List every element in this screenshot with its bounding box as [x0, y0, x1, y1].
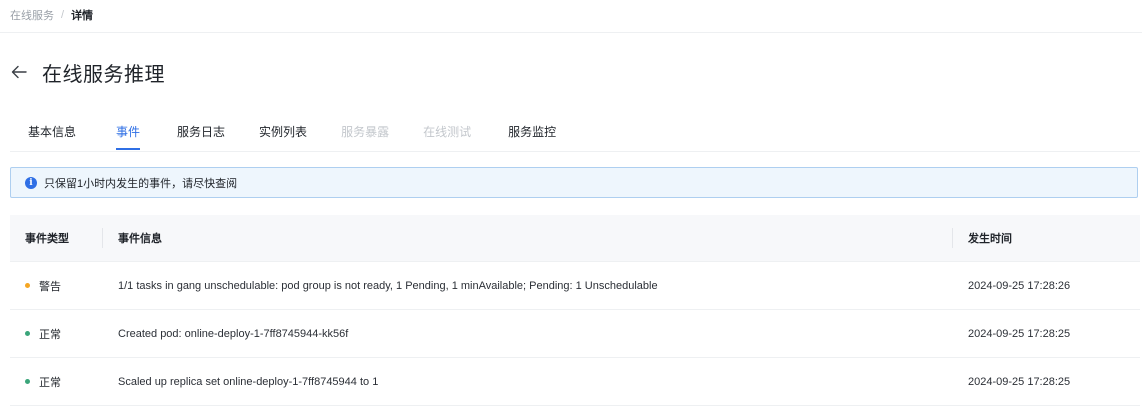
- column-header-time: 发生时间: [968, 233, 1012, 245]
- breadcrumb-parent-link[interactable]: 在线服务: [10, 7, 54, 23]
- page: 在线服务 / 详情 在线服务推理 基本信息 事件 服务日志 实例列表 服务暴露 …: [0, 0, 1142, 415]
- event-message-cell: Created pod: online-deploy-1-7ff8745944-…: [118, 327, 349, 340]
- table-row: 警告 1/1 tasks in gang unschedulable: pod …: [10, 262, 1140, 310]
- top-divider: [0, 32, 1142, 33]
- breadcrumb-current: 详情: [71, 10, 94, 22]
- tab-service-monitor[interactable]: 服务监控: [508, 114, 556, 150]
- normal-status-dot: [25, 331, 30, 336]
- tab-basic-info[interactable]: 基本信息: [28, 114, 76, 150]
- column-header-event-message: 事件信息: [103, 215, 953, 261]
- tab-bar: 基本信息 事件 服务日志 实例列表 服务暴露 在线测试 服务监控: [10, 114, 1140, 152]
- info-alert: i 只保留1小时内发生的事件，请尽快查阅: [10, 167, 1138, 198]
- event-time-cell: 2024-09-25 17:28:25: [968, 327, 1071, 340]
- events-table: 事件类型 事件信息 发生时间 警告 1/1 tasks in gang unsc…: [10, 215, 1140, 406]
- tab-events[interactable]: 事件: [116, 114, 141, 150]
- event-message-cell: Scaled up replica set online-deploy-1-7f…: [118, 375, 379, 388]
- info-icon: i: [25, 176, 37, 189]
- event-type-cell: 正常: [10, 326, 103, 342]
- tab-service-logs[interactable]: 服务日志: [177, 114, 225, 150]
- table-row: 正常 Created pod: online-deploy-1-7ff87459…: [10, 310, 1140, 358]
- column-header-event-type: 事件类型: [10, 215, 103, 261]
- tab-instance-list[interactable]: 实例列表: [259, 114, 307, 150]
- page-title: 在线服务推理: [42, 63, 165, 86]
- arrow-left-icon[interactable]: [10, 63, 28, 81]
- event-type-cell: 警告: [10, 278, 103, 294]
- page-header: 在线服务推理: [10, 58, 165, 86]
- event-type-label: 正常: [39, 328, 61, 341]
- alert-text: 只保留1小时内发生的事件，请尽快查阅: [44, 177, 238, 190]
- table-row: 正常 Scaled up replica set online-deploy-1…: [10, 358, 1140, 406]
- tab-online-test: 在线测试: [423, 125, 472, 139]
- event-type-label: 正常: [39, 376, 61, 389]
- event-time-cell: 2024-09-25 17:28:26: [968, 279, 1071, 292]
- warning-status-dot: [25, 283, 30, 288]
- event-type-label: 警告: [39, 280, 61, 293]
- table-header: 事件类型 事件信息 发生时间: [10, 215, 1140, 262]
- event-message-cell: 1/1 tasks in gang unschedulable: pod gro…: [118, 279, 658, 292]
- event-type-cell: 正常: [10, 374, 103, 390]
- breadcrumb-separator: /: [61, 9, 65, 21]
- normal-status-dot: [25, 379, 30, 384]
- tab-service-exposure: 服务暴露: [341, 125, 390, 139]
- event-time-cell: 2024-09-25 17:28:25: [968, 375, 1071, 388]
- breadcrumb: 在线服务 / 详情: [10, 7, 93, 23]
